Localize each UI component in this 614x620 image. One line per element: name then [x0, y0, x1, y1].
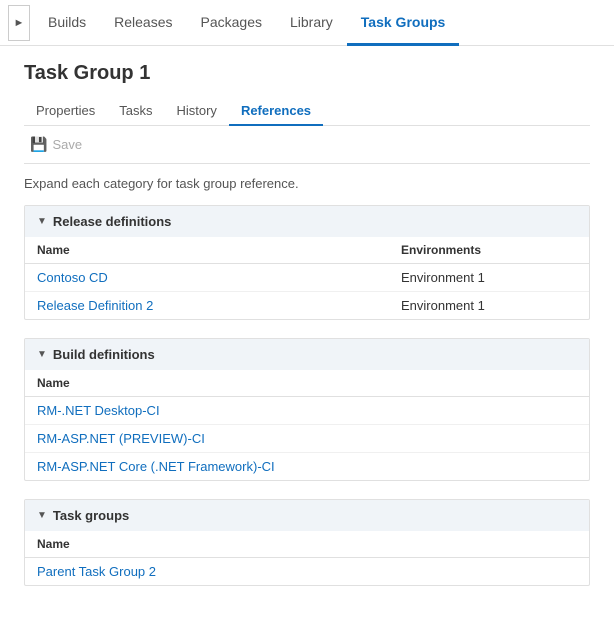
save-button[interactable]: 💾 Save — [24, 134, 88, 155]
release-row-def2-link[interactable]: Release Definition 2 — [25, 292, 389, 320]
build-row-2-link[interactable]: RM-ASP.NET Core (.NET Framework)-CI — [25, 453, 589, 481]
taskgroup-name-header: Name — [25, 531, 589, 558]
build-definitions-title: Build definitions — [53, 347, 155, 362]
release-env-header: Environments — [389, 237, 589, 264]
save-label: Save — [52, 137, 82, 152]
nav-item-builds[interactable]: Builds — [34, 0, 100, 46]
top-navigation: ► Builds Releases Packages Library Task … — [0, 0, 614, 46]
tab-references[interactable]: References — [229, 97, 323, 126]
task-groups-section: ▼ Task groups Name Parent Task Group 2 — [24, 499, 590, 586]
nav-item-task-groups[interactable]: Task Groups — [347, 0, 460, 46]
table-row: RM-.NET Desktop-CI — [25, 397, 589, 425]
table-row: Release Definition 2 Environment 1 — [25, 292, 589, 320]
save-icon: 💾 — [30, 136, 47, 153]
build-name-header: Name — [25, 370, 589, 397]
task-groups-chevron: ▼ — [37, 510, 47, 521]
task-groups-table: Name Parent Task Group 2 — [25, 531, 589, 585]
taskgroup-row-0-link[interactable]: Parent Task Group 2 — [25, 558, 589, 586]
page-title: Task Group 1 — [24, 62, 590, 85]
build-row-0-link[interactable]: RM-.NET Desktop-CI — [25, 397, 589, 425]
build-definitions-header[interactable]: ▼ Build definitions — [25, 339, 589, 370]
table-row: RM-ASP.NET Core (.NET Framework)-CI — [25, 453, 589, 481]
release-definitions-table: Name Environments Contoso CD Environment… — [25, 237, 589, 319]
table-row: Contoso CD Environment 1 — [25, 264, 589, 292]
build-definitions-chevron: ▼ — [37, 349, 47, 360]
release-definitions-header[interactable]: ▼ Release definitions — [25, 206, 589, 237]
release-definitions-chevron: ▼ — [37, 216, 47, 227]
release-row-def2-env: Environment 1 — [389, 292, 589, 320]
build-row-1-link[interactable]: RM-ASP.NET (PREVIEW)-CI — [25, 425, 589, 453]
sub-tabs: Properties Tasks History References — [24, 97, 590, 126]
build-definitions-section: ▼ Build definitions Name RM-.NET Desktop… — [24, 338, 590, 481]
tab-properties[interactable]: Properties — [24, 97, 107, 126]
task-groups-header[interactable]: ▼ Task groups — [25, 500, 589, 531]
table-row: RM-ASP.NET (PREVIEW)-CI — [25, 425, 589, 453]
tab-tasks[interactable]: Tasks — [107, 97, 164, 126]
nav-item-library[interactable]: Library — [276, 0, 347, 46]
description-text: Expand each category for task group refe… — [24, 176, 590, 191]
release-definitions-section: ▼ Release definitions Name Environments … — [24, 205, 590, 320]
table-row: Parent Task Group 2 — [25, 558, 589, 586]
build-definitions-table: Name RM-.NET Desktop-CI RM-ASP.NET (PREV… — [25, 370, 589, 480]
main-content: Task Group 1 Properties Tasks History Re… — [0, 46, 614, 620]
release-row-contoso-link[interactable]: Contoso CD — [25, 264, 389, 292]
nav-item-releases[interactable]: Releases — [100, 0, 186, 46]
release-row-contoso-env: Environment 1 — [389, 264, 589, 292]
toolbar: 💾 Save — [24, 126, 590, 164]
tab-history[interactable]: History — [164, 97, 228, 126]
release-name-header: Name — [25, 237, 389, 264]
release-definitions-title: Release definitions — [53, 214, 171, 229]
sidebar-toggle-button[interactable]: ► — [8, 5, 30, 41]
task-groups-title: Task groups — [53, 508, 129, 523]
nav-item-packages[interactable]: Packages — [187, 0, 276, 46]
